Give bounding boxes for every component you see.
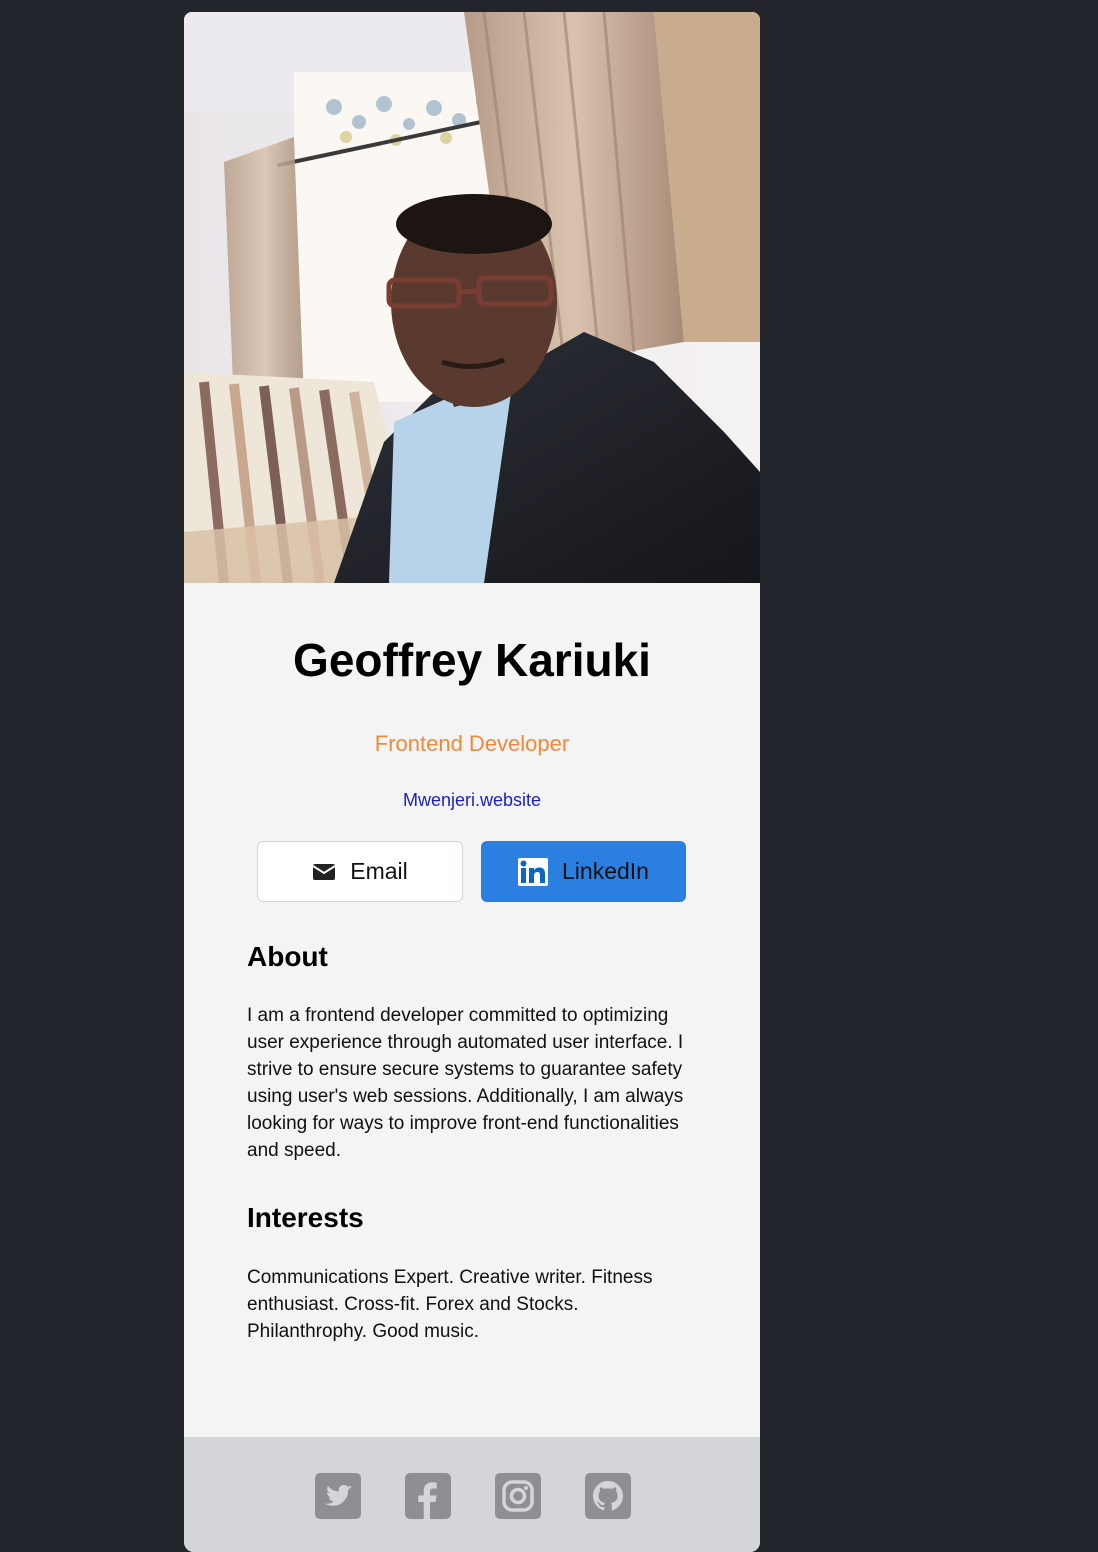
interests-heading: Interests <box>247 1202 364 1233</box>
linkedin-button-label: LinkedIn <box>562 858 649 884</box>
facebook-icon[interactable] <box>405 1473 451 1519</box>
about-text: I am a frontend developer committed to o… <box>247 1005 684 1161</box>
about-heading: About <box>247 941 328 972</box>
instagram-icon[interactable] <box>495 1473 541 1519</box>
interests-text: Communications Expert. Creative writer. … <box>247 1267 653 1342</box>
github-icon[interactable] <box>585 1473 631 1519</box>
email-button-label: Email <box>350 858 408 884</box>
profile-photo <box>184 12 760 583</box>
linkedin-icon <box>518 857 549 886</box>
social-footer <box>184 1437 760 1552</box>
profile-card: Geoffrey Kariuki Frontend Developer Mwen… <box>184 12 760 1552</box>
envelope-icon <box>312 862 336 882</box>
website-link[interactable]: Mwenjeri.website <box>184 788 760 812</box>
twitter-icon[interactable] <box>315 1473 361 1519</box>
email-button[interactable]: Email <box>257 841 463 902</box>
linkedin-button[interactable]: LinkedIn <box>481 841 686 902</box>
profile-name: Geoffrey Kariuki <box>293 634 651 686</box>
job-title: Frontend Developer <box>374 731 570 756</box>
